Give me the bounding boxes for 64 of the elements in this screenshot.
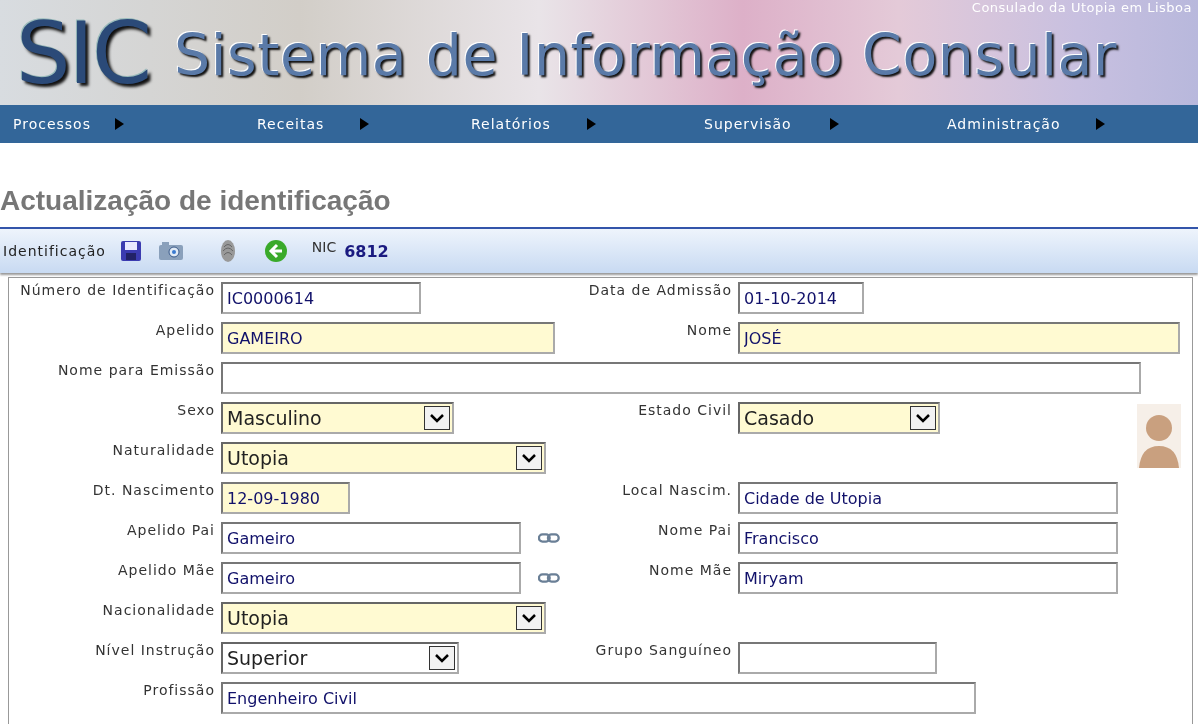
menu-item[interactable]: Processos — [13, 116, 91, 132]
chevron-down-icon — [522, 613, 536, 623]
submenu-arrow-icon — [114, 118, 124, 130]
field-label: Nome para Emissão — [56, 361, 215, 378]
chain-link-icon[interactable] — [538, 572, 560, 584]
submenu-arrow-icon — [1096, 118, 1106, 130]
chevron-down-icon — [916, 413, 930, 423]
chain-link-icon[interactable] — [538, 532, 560, 544]
nic-value: 6812 — [344, 241, 389, 261]
text-field[interactable]: 01-10-2014 — [738, 282, 864, 314]
text-field[interactable] — [221, 362, 1141, 394]
field-label: Data de Admissão — [587, 281, 732, 298]
menu-item[interactable]: Administração — [947, 116, 1061, 132]
logo-text: SIC — [16, 9, 150, 96]
submenu-arrow-icon — [360, 118, 370, 130]
menu-item[interactable]: Receitas — [257, 116, 325, 132]
nic-label: NIC — [311, 239, 337, 255]
field-label: Local Nascim. — [621, 481, 732, 498]
field-label: Nome Pai — [656, 521, 732, 538]
text-field[interactable]: 12-09-1980 — [221, 482, 350, 514]
dropdown[interactable]: Utopia — [221, 442, 546, 474]
field-label: Profissão — [142, 681, 215, 698]
submenu-arrow-icon — [829, 118, 839, 130]
page-title: Actualização de identificação — [0, 184, 391, 218]
dropdown[interactable]: Superior — [221, 642, 459, 674]
camera-icon[interactable] — [157, 241, 184, 261]
chevron-down-icon — [522, 453, 536, 463]
save-icon[interactable] — [119, 240, 142, 262]
menu-item[interactable]: Relatórios — [471, 116, 551, 132]
field-label: Dt. Nascimento — [91, 481, 215, 498]
consulate-name: Consulado da Utopia em Lisboa — [971, 0, 1192, 15]
field-label: Nível Instrução — [94, 641, 215, 658]
field-label: Naturalidade — [111, 441, 215, 458]
text-field[interactable]: Cidade de Utopia — [738, 482, 1118, 514]
field-label: Apelido — [154, 321, 215, 338]
text-field[interactable]: Gameiro — [221, 562, 522, 594]
text-field[interactable]: JOSÉ — [738, 322, 1180, 354]
dropdown[interactable]: Utopia — [221, 602, 546, 634]
app-title: Sistema de Informação Consular — [174, 27, 1117, 84]
text-field[interactable]: Engenheiro Civil — [221, 682, 976, 714]
text-field[interactable] — [738, 642, 937, 674]
field-label: Estado Civil — [637, 401, 732, 418]
fingerprint-icon[interactable] — [219, 239, 236, 263]
text-field[interactable]: Francisco — [738, 522, 1118, 554]
chevron-down-icon — [435, 653, 449, 663]
field-label: Grupo Sanguíneo — [594, 641, 732, 658]
dropdown[interactable]: Casado — [738, 402, 940, 434]
field-label: Nacionalidade — [101, 601, 215, 618]
text-field[interactable]: IC0000614 — [221, 282, 421, 314]
text-field[interactable]: GAMEIRO — [221, 322, 555, 354]
text-field[interactable]: Gameiro — [221, 522, 522, 554]
field-label: Apelido Pai — [125, 521, 215, 538]
field-label: Número de Identificação — [19, 281, 215, 298]
dropdown[interactable]: Masculino — [221, 402, 454, 434]
chevron-down-icon — [430, 413, 444, 423]
field-label: Nome — [685, 321, 732, 338]
section-label: Identificação — [3, 243, 106, 259]
text-field[interactable]: Miryam — [738, 562, 1118, 594]
avatar-silhouette — [1137, 404, 1181, 468]
menu-item[interactable]: Supervisão — [704, 116, 792, 132]
submenu-arrow-icon — [586, 118, 596, 130]
field-label: Nome Mãe — [648, 561, 732, 578]
field-label: Sexo — [176, 401, 215, 418]
field-label: Apelido Mãe — [116, 561, 215, 578]
